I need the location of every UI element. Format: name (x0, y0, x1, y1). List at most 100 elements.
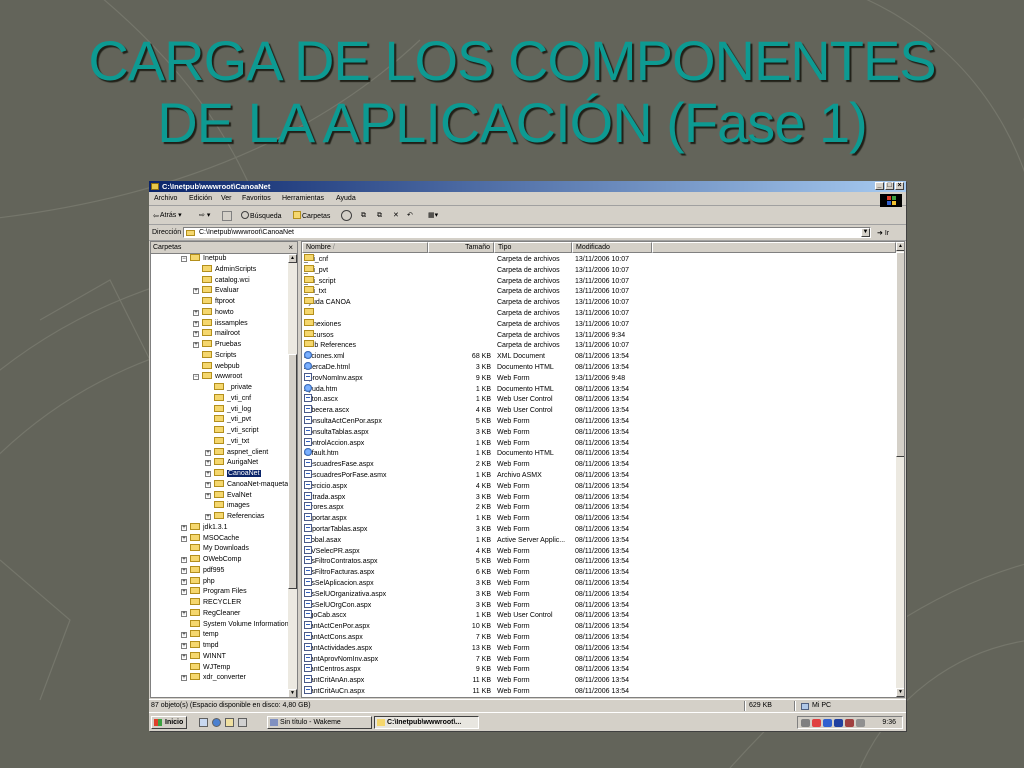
menu-herramientas[interactable]: Herramientas (282, 195, 324, 203)
menu-favoritos[interactable]: Favoritos (242, 195, 271, 203)
file-row[interactable]: MantCentros.aspx 9 KB Web Form 08/11/2006 1… (302, 664, 894, 675)
expand-icon[interactable]: + (193, 342, 199, 348)
file-row[interactable]: _vti_txt Carpeta de archivos 13/11/2006 10… (302, 286, 894, 297)
tree-item[interactable]: _vti_script (205, 426, 259, 437)
tree-item[interactable]: + AurigaNet (205, 458, 258, 469)
tree-item[interactable]: images (205, 501, 250, 512)
close-button[interactable]: × (895, 182, 904, 190)
file-row[interactable]: boton.ascx 1 KB Web User Control 08/11/2006… (302, 394, 894, 405)
file-row[interactable]: MantActividades.aspx 13 KB Web Form 08/11/2… (302, 642, 894, 654)
tray-icon-red[interactable] (812, 719, 821, 727)
file-row[interactable]: MantActCons.aspx 7 KB Web Form 08/11/2006 1… (302, 632, 894, 643)
minimize-button[interactable]: _ (875, 182, 884, 190)
file-row[interactable]: MantAprovNomInv.aspx 7 KB Web Form 08/11/20… (302, 653, 894, 665)
file-row[interactable]: cabecera.ascx 4 KB Web User Control 08/11/2… (302, 405, 894, 416)
file-row[interactable]: INVSelecPR.aspx 4 KB Web Form 08/11/2006 13… (302, 545, 894, 557)
tree-item[interactable]: System Volume Information (181, 619, 288, 631)
expand-icon[interactable]: + (181, 567, 187, 574)
tree-scrollbar[interactable]: ▲ ▼ (288, 254, 297, 697)
undo-icon[interactable]: ↶ (407, 211, 413, 220)
column-header-tipo[interactable]: Tipo (494, 242, 572, 253)
file-row[interactable]: DescuadresPorFase.asmx 1 KB Archivo ASMX 08… (302, 470, 894, 481)
folders-button[interactable]: Carpetas (293, 211, 330, 221)
tree-item[interactable]: _vti_cnf (205, 393, 251, 405)
tree-item[interactable]: _vti_txt (205, 436, 249, 448)
tree-item[interactable]: + RegCleaner (181, 608, 240, 620)
tree-item[interactable]: + Evaluar (193, 286, 239, 297)
file-row[interactable]: Ayuda.htm 1 KB Documento HTML 08/11/2006 13… (302, 383, 894, 395)
tree-item[interactable]: + CanoaNet (205, 469, 261, 480)
expand-icon[interactable]: + (205, 449, 211, 456)
address-dropdown-button[interactable]: ▼ (861, 228, 870, 237)
tree-item[interactable]: + xdr_converter (181, 673, 246, 684)
file-row[interactable]: JusSelUOrgCon.aspx 3 KB Web Form 08/11/2006… (302, 599, 894, 611)
file-row[interactable]: Global.asax 1 KB Active Server Applic... 08… (302, 534, 894, 546)
expand-icon[interactable]: + (181, 557, 187, 563)
expand-icon[interactable]: + (205, 514, 211, 520)
file-row[interactable]: _vti_pvt Carpeta de archivos 13/11/2006 10… (302, 264, 894, 276)
taskbar-button-wakeme[interactable]: Sin título - Wakeme (267, 716, 372, 729)
expand-icon[interactable]: + (181, 653, 187, 660)
expand-icon[interactable]: + (205, 481, 211, 488)
file-row[interactable]: _vti_script Carpeta de archivos 13/11/2006… (302, 275, 894, 287)
quick-launch-icon[interactable] (238, 718, 247, 727)
tree-item[interactable]: RECYCLER (181, 598, 241, 609)
menu-archivo[interactable]: Archivo (154, 195, 177, 203)
expand-icon[interactable]: + (181, 632, 187, 639)
delete-icon[interactable]: ✕ (393, 211, 399, 220)
history-icon[interactable] (341, 210, 352, 221)
internet-explorer-icon[interactable] (212, 718, 221, 727)
tree-item[interactable]: + mailroot (193, 329, 240, 340)
scroll-up-button[interactable]: ▲ (288, 254, 297, 263)
expand-icon[interactable]: + (181, 643, 187, 649)
maximize-button[interactable]: □ (885, 182, 894, 190)
tree-item[interactable]: AdminScripts (193, 264, 256, 276)
tree-item[interactable]: webpub (193, 361, 240, 373)
menu-ver[interactable]: Ver (221, 195, 232, 203)
file-row[interactable]: MantActCenPor.aspx 10 KB Web Form 08/11/200… (302, 621, 894, 632)
tree-item[interactable]: + WINNT (181, 651, 226, 663)
show-desktop-icon[interactable] (199, 718, 208, 727)
taskbar-button-explorer[interactable]: C:\Inetpub\wwwroot\... (374, 716, 479, 729)
forward-button[interactable]: ⇨ ▾ (199, 211, 210, 220)
tree-item[interactable]: + Referencias (205, 512, 264, 523)
file-row[interactable]: JusFiltroContratos.aspx 5 KB Web Form 08/11… (302, 556, 894, 567)
file-row[interactable]: Conexiones Carpeta de archivos 13/11/2006 … (302, 318, 894, 330)
scroll-up-button[interactable]: ▲ (896, 242, 904, 251)
tree-item[interactable]: + Program Files (181, 587, 247, 598)
tree-item[interactable]: + howto (193, 307, 234, 319)
column-header-tamano[interactable]: Tamaño (428, 242, 494, 253)
tree-item[interactable]: + tmpd (181, 641, 219, 652)
expand-icon[interactable]: + (181, 524, 187, 531)
expand-icon[interactable]: + (181, 578, 187, 585)
volume-icon[interactable] (801, 719, 810, 727)
file-row[interactable]: AcercaDe.html 3 KB Documento HTML 08/11/200… (302, 362, 894, 373)
tray-icon-grey[interactable] (856, 719, 865, 727)
collapse-icon[interactable]: − (193, 374, 199, 381)
expand-icon[interactable]: + (193, 331, 199, 338)
tree-item[interactable]: + iissamples (193, 318, 248, 330)
go-button[interactable]: ➜ Ir (877, 229, 889, 237)
file-row[interactable]: JusSelAplicacion.aspx 3 KB Web Form 08/11/2… (302, 578, 894, 589)
file-row[interactable]: logoCab.ascx 1 KB Web User Control 08/11/20… (302, 610, 894, 621)
file-row[interactable]: bin Carpeta de archivos 13/11/2006 10:07 (302, 308, 894, 319)
tree-item[interactable]: + OWebComp (181, 555, 241, 566)
file-row[interactable]: Ayuda CANOA Carpeta de archivos 13/11/2006… (302, 297, 894, 308)
file-row[interactable]: Exportar.aspx 1 KB Web Form 08/11/2006 13:5… (302, 513, 894, 524)
tree-item[interactable]: + pdf995 (181, 565, 224, 577)
tree-item[interactable]: _vti_pvt (205, 415, 251, 426)
file-row[interactable]: ConsultaActCenPor.aspx 5 KB Web Form 08/11/… (302, 416, 894, 427)
tree-item[interactable]: + CanoaNet-maqueta (205, 479, 288, 491)
up-folder-icon[interactable] (222, 211, 232, 221)
scroll-thumb[interactable] (896, 252, 904, 457)
tree-item[interactable]: _vti_log (205, 404, 251, 416)
scroll-down-button[interactable]: ▼ (896, 688, 904, 697)
start-button[interactable]: Inicio (151, 716, 187, 729)
search-button[interactable]: Búsqueda (241, 211, 282, 221)
tray-icon-blue[interactable] (823, 719, 832, 727)
tree-item[interactable]: − Inetpub (181, 254, 226, 265)
file-row[interactable]: Ejercicio.aspx 4 KB Web Form 08/11/2006 13:… (302, 480, 894, 492)
tree-item[interactable]: + php (181, 576, 215, 588)
language-icon[interactable] (834, 719, 843, 727)
expand-icon[interactable]: + (193, 309, 199, 316)
